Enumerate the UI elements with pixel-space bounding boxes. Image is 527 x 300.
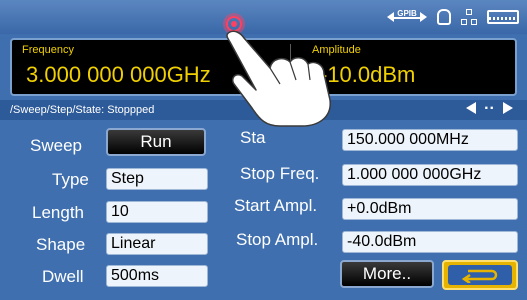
length-input[interactable]: 10 (106, 201, 208, 223)
frequency-label: Frequency (22, 44, 74, 56)
stop-freq-label: Stop Freq. (240, 164, 320, 183)
prev-page-icon[interactable] (466, 102, 477, 114)
run-button[interactable]: Run (106, 128, 206, 156)
dwell-input[interactable]: 500ms (106, 265, 208, 287)
type-select[interactable]: Step (106, 168, 208, 190)
lock-icon (437, 9, 451, 25)
start-ampl-input[interactable]: +0.0dBm (342, 198, 518, 220)
start-freq-label: Sta (240, 128, 266, 147)
length-label: Length (32, 203, 84, 222)
dwell-label: Dwell (42, 267, 84, 286)
more-button[interactable]: More.. (340, 260, 434, 288)
page-indicator: .. (484, 96, 495, 113)
breadcrumb-path: /Sweep/Step/State: Stoppped (10, 104, 155, 116)
start-freq-input[interactable]: 150.000 000MHz (342, 129, 518, 151)
gpib-label: GPIB (397, 8, 417, 18)
network-icon (461, 9, 477, 25)
frequency-value[interactable]: 3.000 000 000GHz (26, 62, 211, 88)
page-navigator: .. (466, 96, 513, 114)
next-page-icon[interactable] (503, 102, 513, 114)
return-button[interactable] (442, 260, 518, 290)
stop-freq-input[interactable]: 1.000 000 000GHz (342, 164, 518, 186)
shape-label: Shape (36, 235, 86, 254)
keyboard-icon[interactable] (487, 10, 519, 24)
sweep-label: Sweep (30, 136, 82, 155)
start-ampl-label: Start Ampl. (234, 196, 318, 215)
gpib-icon: GPIB (387, 9, 427, 25)
shape-select[interactable]: Linear (106, 233, 208, 255)
type-label: Type (52, 170, 89, 189)
status-icons: GPIB (387, 8, 519, 26)
return-button-face (448, 265, 512, 285)
return-arrow-icon (461, 269, 498, 283)
stop-ampl-input[interactable]: -40.0dBm (342, 231, 518, 253)
pointing-hand-icon (226, 30, 331, 127)
stop-ampl-label: Stop Ampl. (236, 230, 319, 249)
